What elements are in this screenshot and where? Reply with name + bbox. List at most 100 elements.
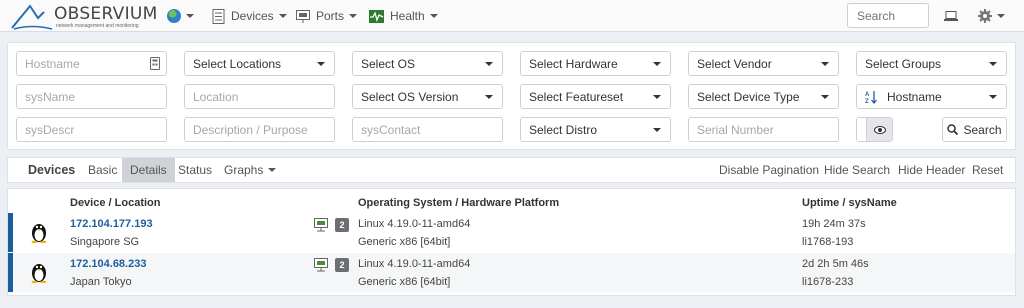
ports-menu[interactable]: Ports	[296, 6, 358, 26]
locations-select-label: Select Locations	[193, 57, 282, 71]
description-input[interactable]: Description / Purpose	[184, 117, 335, 142]
device-hostname-link[interactable]: 172.104.177.193	[70, 218, 153, 230]
hide-header-link[interactable]: Hide Header	[898, 158, 965, 182]
locations-select[interactable]: Select Locations	[184, 51, 335, 76]
heartbeat-icon	[369, 9, 384, 23]
devices-menu-label: Devices	[231, 9, 274, 23]
hostname-placeholder: Hostname	[25, 57, 80, 71]
reset-link[interactable]: Reset	[972, 158, 1003, 182]
hardware-select[interactable]: Select Hardware	[520, 51, 671, 76]
device-hardware: Generic x86 [64bit]	[358, 276, 451, 288]
chevron-down-icon	[821, 62, 829, 66]
server-icon	[212, 8, 225, 24]
chevron-down-icon	[317, 62, 325, 66]
tab-graphs[interactable]: Graphs	[224, 158, 277, 182]
global-search-input[interactable]	[847, 3, 929, 28]
column-header-os: Operating System / Hardware Platform	[358, 197, 560, 209]
device-hostname-link[interactable]: 172.104.68.233	[70, 258, 146, 270]
featureset-select-label: Select Featureset	[529, 90, 624, 104]
device-uptime: 2d 2h 5m 46s	[802, 258, 869, 270]
hostname-input[interactable]: Hostname	[16, 51, 167, 76]
device-filter-panel: Hostname Select Locations Select OS Sele…	[7, 42, 1016, 150]
sysdescr-input[interactable]: sysDescr	[16, 117, 167, 142]
device-view-tabs: Devices Basic Details Status Graphs Disa…	[7, 157, 1016, 183]
disable-pagination-link[interactable]: Disable Pagination	[719, 158, 819, 182]
syscontact-input[interactable]: sysContact	[352, 117, 503, 142]
globe-menu[interactable]	[167, 6, 194, 26]
sort-select[interactable]: A Z Hostname	[856, 84, 1007, 109]
groups-select[interactable]: Select Groups	[856, 51, 1007, 76]
groups-select-label: Select Groups	[865, 57, 942, 71]
chevron-down-icon	[186, 14, 194, 18]
syscontact-placeholder: sysContact	[361, 123, 421, 137]
serial-number-input[interactable]: Serial Number	[688, 117, 839, 142]
device-type-select[interactable]: Select Device Type	[688, 84, 839, 109]
os-version-select-label: Select OS Version	[361, 90, 459, 104]
calculator-icon[interactable]	[150, 57, 160, 70]
os-version-select[interactable]: Select OS Version	[352, 84, 503, 109]
distro-select-label: Select Distro	[529, 123, 598, 137]
sysname-input[interactable]: sysName	[16, 84, 167, 109]
table-row[interactable]: 172.104.177.193 Singapore SG 2 Linux 4.1…	[8, 213, 1015, 252]
svg-text:Z: Z	[865, 99, 869, 104]
row-status-bar	[8, 253, 13, 292]
observium-logo[interactable]: OBSERVIUM network management and monitor…	[10, 2, 157, 30]
chevron-down-icon	[821, 95, 829, 99]
column-header-uptime: Uptime / sysName	[802, 197, 897, 209]
sysdescr-placeholder: sysDescr	[25, 123, 75, 137]
ports-menu-label: Ports	[316, 9, 345, 23]
search-button[interactable]: Search	[942, 117, 1007, 142]
device-table: Device / Location Operating System / Har…	[7, 188, 1016, 296]
row-status-bar	[8, 213, 13, 252]
table-row[interactable]: 172.104.68.233 Japan Tokyo 2 Linux 4.19.…	[8, 253, 1015, 292]
toggle-off-side	[857, 118, 867, 141]
sort-alpha-icon: A Z	[865, 91, 877, 104]
location-placeholder: Location	[193, 90, 239, 104]
laptop-icon	[944, 10, 958, 21]
gear-icon	[978, 9, 992, 23]
device-hardware: Generic x86 [64bit]	[358, 236, 451, 248]
vendor-select[interactable]: Select Vendor	[688, 51, 839, 76]
distro-select[interactable]: Select Distro	[520, 117, 671, 142]
featureset-select[interactable]: Select Featureset	[520, 84, 671, 109]
chevron-down-icon	[485, 95, 493, 99]
column-header-device: Device / Location	[70, 197, 161, 209]
tab-details[interactable]: Details	[122, 158, 175, 182]
chevron-down-icon	[349, 14, 358, 18]
health-menu[interactable]: Health	[369, 6, 438, 26]
toggle-on-side	[867, 118, 892, 141]
visibility-toggle[interactable]	[856, 117, 893, 142]
logo-swoosh-icon	[11, 4, 53, 30]
chevron-down-icon	[429, 14, 438, 18]
tab-basic[interactable]: Basic	[88, 158, 117, 182]
network-port-icon	[314, 258, 328, 272]
linux-tux-icon	[31, 264, 47, 283]
network-port-icon	[296, 9, 310, 23]
linux-tux-icon	[31, 224, 47, 243]
hardware-select-label: Select Hardware	[529, 57, 618, 71]
chevron-down-icon	[485, 62, 493, 66]
search-button-label: Search	[963, 122, 1002, 137]
sysname-placeholder: sysName	[25, 90, 76, 104]
laptop-button[interactable]	[944, 6, 958, 26]
settings-menu[interactable]	[978, 6, 1005, 26]
logo-tagline: network management and monitoring	[56, 23, 139, 29]
hide-search-link[interactable]: Hide Search	[824, 158, 890, 182]
chevron-down-icon	[653, 128, 661, 132]
globe-icon	[167, 9, 181, 23]
svg-text:A: A	[865, 92, 870, 98]
device-sysname: li1678-233	[802, 276, 854, 288]
device-os: Linux 4.19.0-11-amd64	[358, 218, 471, 230]
os-select[interactable]: Select OS	[352, 51, 503, 76]
search-icon	[947, 124, 959, 135]
device-os: Linux 4.19.0-11-amd64	[358, 258, 471, 270]
chevron-down-icon	[268, 168, 277, 172]
vendor-select-label: Select Vendor	[697, 57, 772, 71]
tab-graphs-label: Graphs	[224, 163, 264, 177]
tab-status[interactable]: Status	[178, 158, 212, 182]
chevron-down-icon	[278, 14, 287, 18]
serial-number-placeholder: Serial Number	[697, 123, 774, 137]
location-input[interactable]: Location	[184, 84, 335, 109]
devices-menu[interactable]: Devices	[212, 6, 287, 26]
description-placeholder: Description / Purpose	[193, 123, 308, 137]
